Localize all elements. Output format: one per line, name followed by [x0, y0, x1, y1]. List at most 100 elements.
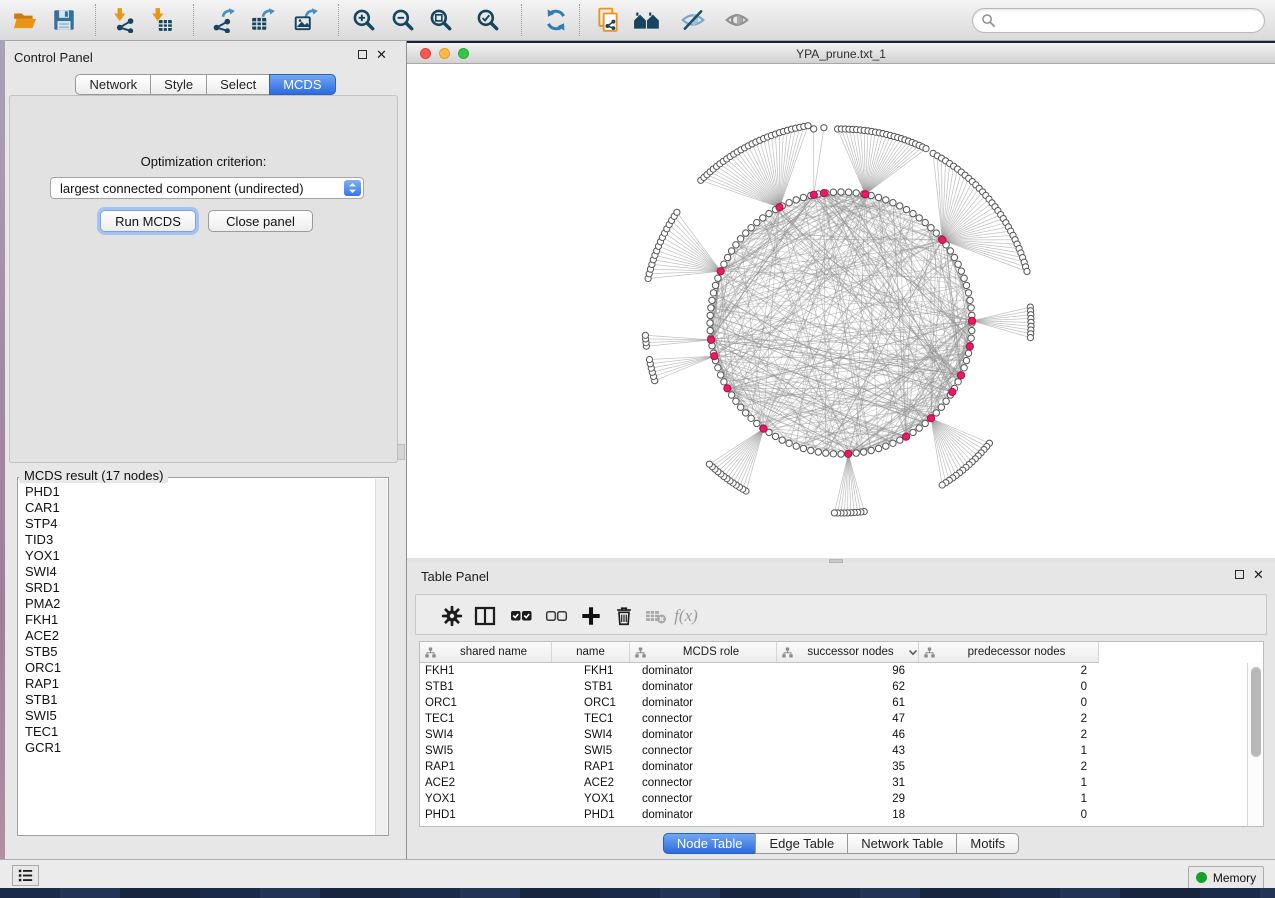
ring-node[interactable] — [897, 437, 903, 443]
ring-node[interactable] — [715, 365, 721, 371]
ring-node[interactable] — [838, 451, 844, 457]
mcds-result-item[interactable]: SWI5 — [20, 708, 368, 724]
zoom-in-icon[interactable] — [347, 3, 381, 37]
ring-node[interactable] — [963, 282, 969, 288]
table-row[interactable]: ACE2ACE2connector311 — [420, 775, 1247, 791]
mcds-result-item[interactable]: ACE2 — [20, 628, 368, 644]
ring-node[interactable] — [897, 203, 903, 209]
ring-node[interactable] — [786, 200, 792, 206]
ring-node[interactable] — [793, 197, 799, 203]
ring-node[interactable] — [707, 327, 713, 333]
ring-node[interactable] — [965, 290, 971, 296]
ring-node[interactable] — [875, 194, 881, 200]
ring-node[interactable] — [910, 210, 916, 216]
ring-node[interactable] — [748, 225, 754, 231]
share-document-icon[interactable] — [591, 3, 625, 37]
mcds-hub-node[interactable] — [939, 236, 946, 243]
tab-motifs[interactable]: Motifs — [956, 833, 1019, 854]
export-table-icon[interactable] — [246, 3, 280, 37]
satellite-node[interactable] — [831, 510, 837, 516]
ring-node[interactable] — [708, 305, 714, 311]
mcds-result-item[interactable]: PHD1 — [20, 484, 368, 500]
ring-node[interactable] — [910, 429, 916, 435]
export-network-icon[interactable] — [206, 3, 240, 37]
column-header-name[interactable]: name — [552, 642, 630, 662]
mcds-result-item[interactable]: STB1 — [20, 692, 368, 708]
network-view-canvas[interactable] — [407, 64, 1275, 558]
ring-node[interactable] — [916, 425, 922, 431]
import-table-icon[interactable] — [144, 3, 178, 37]
mcds-hub-node[interactable] — [845, 450, 852, 457]
satellite-node[interactable] — [923, 146, 929, 152]
import-network-icon[interactable] — [106, 3, 140, 37]
split-panel-icon[interactable] — [471, 602, 499, 630]
ring-node[interactable] — [922, 420, 928, 426]
ring-node[interactable] — [710, 290, 716, 296]
ring-node[interactable] — [707, 320, 713, 326]
ring-node[interactable] — [728, 392, 734, 398]
mcds-result-item[interactable]: PMA2 — [20, 596, 368, 612]
mcds-hub-node[interactable] — [862, 191, 869, 198]
ring-node[interactable] — [808, 447, 814, 453]
ring-node[interactable] — [772, 433, 778, 439]
ring-node[interactable] — [737, 404, 743, 410]
ring-node[interactable] — [958, 268, 964, 274]
houses-icon[interactable] — [630, 3, 664, 37]
table-row[interactable]: SWI5SWI5connector431 — [420, 743, 1247, 759]
close-panel-icon[interactable]: ✕ — [376, 50, 387, 59]
tab-select[interactable]: Select — [206, 74, 270, 95]
mcds-result-item[interactable]: TID3 — [20, 532, 368, 548]
mcds-result-item[interactable]: TEC1 — [20, 724, 368, 740]
ring-node[interactable] — [965, 350, 971, 356]
search-input[interactable] — [996, 14, 1264, 28]
float-table-panel-icon[interactable] — [1235, 570, 1244, 579]
ring-node[interactable] — [961, 275, 967, 281]
ring-node[interactable] — [754, 219, 760, 225]
table-row[interactable]: FKH1FKH1dominator962 — [420, 663, 1247, 679]
ring-node[interactable] — [766, 210, 772, 216]
tab-mcds[interactable]: MCDS — [269, 74, 335, 95]
delete-icon[interactable] — [610, 602, 638, 630]
tab-edge-table[interactable]: Edge Table — [755, 833, 848, 854]
zoom-fit-icon[interactable] — [424, 3, 458, 37]
ring-node[interactable] — [916, 215, 922, 221]
ring-node[interactable] — [793, 443, 799, 449]
add-column-icon[interactable] — [577, 602, 605, 630]
table-row[interactable]: PHD1PHD1dominator180 — [420, 807, 1247, 823]
function-builder-icon[interactable]: f(x) — [672, 602, 700, 630]
mcds-hub-node[interactable] — [949, 388, 956, 395]
ring-node[interactable] — [922, 219, 928, 225]
ring-node[interactable] — [830, 451, 836, 457]
close-panel-button[interactable]: Close panel — [208, 210, 313, 232]
ring-node[interactable] — [968, 305, 974, 311]
mcds-result-item[interactable]: RAP1 — [20, 676, 368, 692]
ring-node[interactable] — [933, 410, 939, 416]
tab-network[interactable]: Network — [75, 74, 151, 95]
mcds-hub-node[interactable] — [776, 204, 783, 211]
mcds-hub-node[interactable] — [903, 433, 910, 440]
run-mcds-button[interactable]: Run MCDS — [100, 210, 196, 232]
table-row[interactable]: TEC1TEC1connector472 — [420, 711, 1247, 727]
mcds-result-item[interactable]: STB5 — [20, 644, 368, 660]
column-header-successor-nodes[interactable]: successor nodes — [777, 642, 919, 662]
mcds-hub-node[interactable] — [968, 317, 975, 324]
satellite-node[interactable] — [706, 461, 712, 467]
open-session-icon[interactable] — [8, 3, 42, 37]
ring-node[interactable] — [800, 445, 806, 451]
ring-node[interactable] — [845, 189, 851, 195]
satellite-node[interactable] — [805, 123, 811, 129]
ring-node[interactable] — [737, 236, 743, 242]
refresh-icon[interactable] — [539, 3, 573, 37]
mcds-result-item[interactable]: CAR1 — [20, 500, 368, 516]
ring-node[interactable] — [875, 445, 881, 451]
delete-table-icon[interactable] — [642, 602, 670, 630]
tab-node-table[interactable]: Node Table — [663, 833, 757, 854]
table-row[interactable]: YOX1YOX1connector291 — [420, 791, 1247, 807]
search-box[interactable] — [972, 8, 1265, 33]
ring-node[interactable] — [838, 189, 844, 195]
mcds-hub-node[interactable] — [966, 343, 973, 350]
ring-node[interactable] — [748, 415, 754, 421]
zoom-selected-icon[interactable] — [471, 3, 505, 37]
satellite-node[interactable] — [646, 356, 652, 362]
satellite-node[interactable] — [642, 332, 648, 338]
